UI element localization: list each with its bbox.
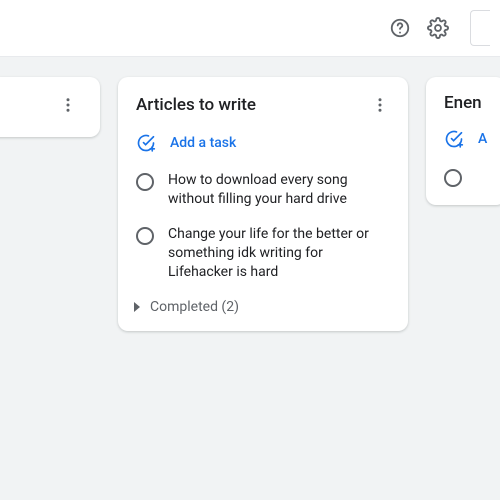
add-task-label: A xyxy=(478,131,487,147)
task-row[interactable]: Change your life for the better or somet… xyxy=(124,217,402,290)
task-list-card: Enen A xyxy=(426,77,500,205)
add-task-icon xyxy=(136,133,156,153)
radio-unchecked-icon[interactable] xyxy=(444,169,462,187)
radio-unchecked-icon[interactable] xyxy=(136,227,154,245)
more-vert-icon[interactable] xyxy=(56,93,80,117)
task-list-card: Articles to write Add a task How to down… xyxy=(118,77,408,331)
task-row[interactable] xyxy=(432,159,500,195)
list-header xyxy=(0,91,90,127)
list-title: Articles to write xyxy=(136,95,256,115)
add-task-icon xyxy=(444,129,464,149)
completed-toggle[interactable]: Completed (2) xyxy=(124,289,402,321)
task-text: Change your life for the better or somet… xyxy=(168,225,390,282)
task-text: How to download every song without filli… xyxy=(168,171,390,209)
more-vert-icon[interactable] xyxy=(368,93,392,117)
add-task-button[interactable]: Add a task xyxy=(124,127,402,163)
add-task-label: Add a task xyxy=(170,135,236,151)
completed-label: Completed (2) xyxy=(150,299,239,315)
gear-icon[interactable] xyxy=(426,16,450,40)
add-task-button[interactable]: A xyxy=(432,123,500,159)
help-icon[interactable] xyxy=(388,16,412,40)
board: Articles to write Add a task How to down… xyxy=(0,57,500,500)
task-list-card xyxy=(0,77,100,137)
account-button[interactable] xyxy=(470,10,490,46)
chevron-right-icon xyxy=(134,302,140,312)
top-bar xyxy=(0,0,500,56)
radio-unchecked-icon[interactable] xyxy=(136,173,154,191)
list-header: Enen xyxy=(432,91,500,123)
list-title: Enen xyxy=(444,93,482,113)
list-header: Articles to write xyxy=(124,91,402,127)
task-row[interactable]: How to download every song without filli… xyxy=(124,163,402,217)
